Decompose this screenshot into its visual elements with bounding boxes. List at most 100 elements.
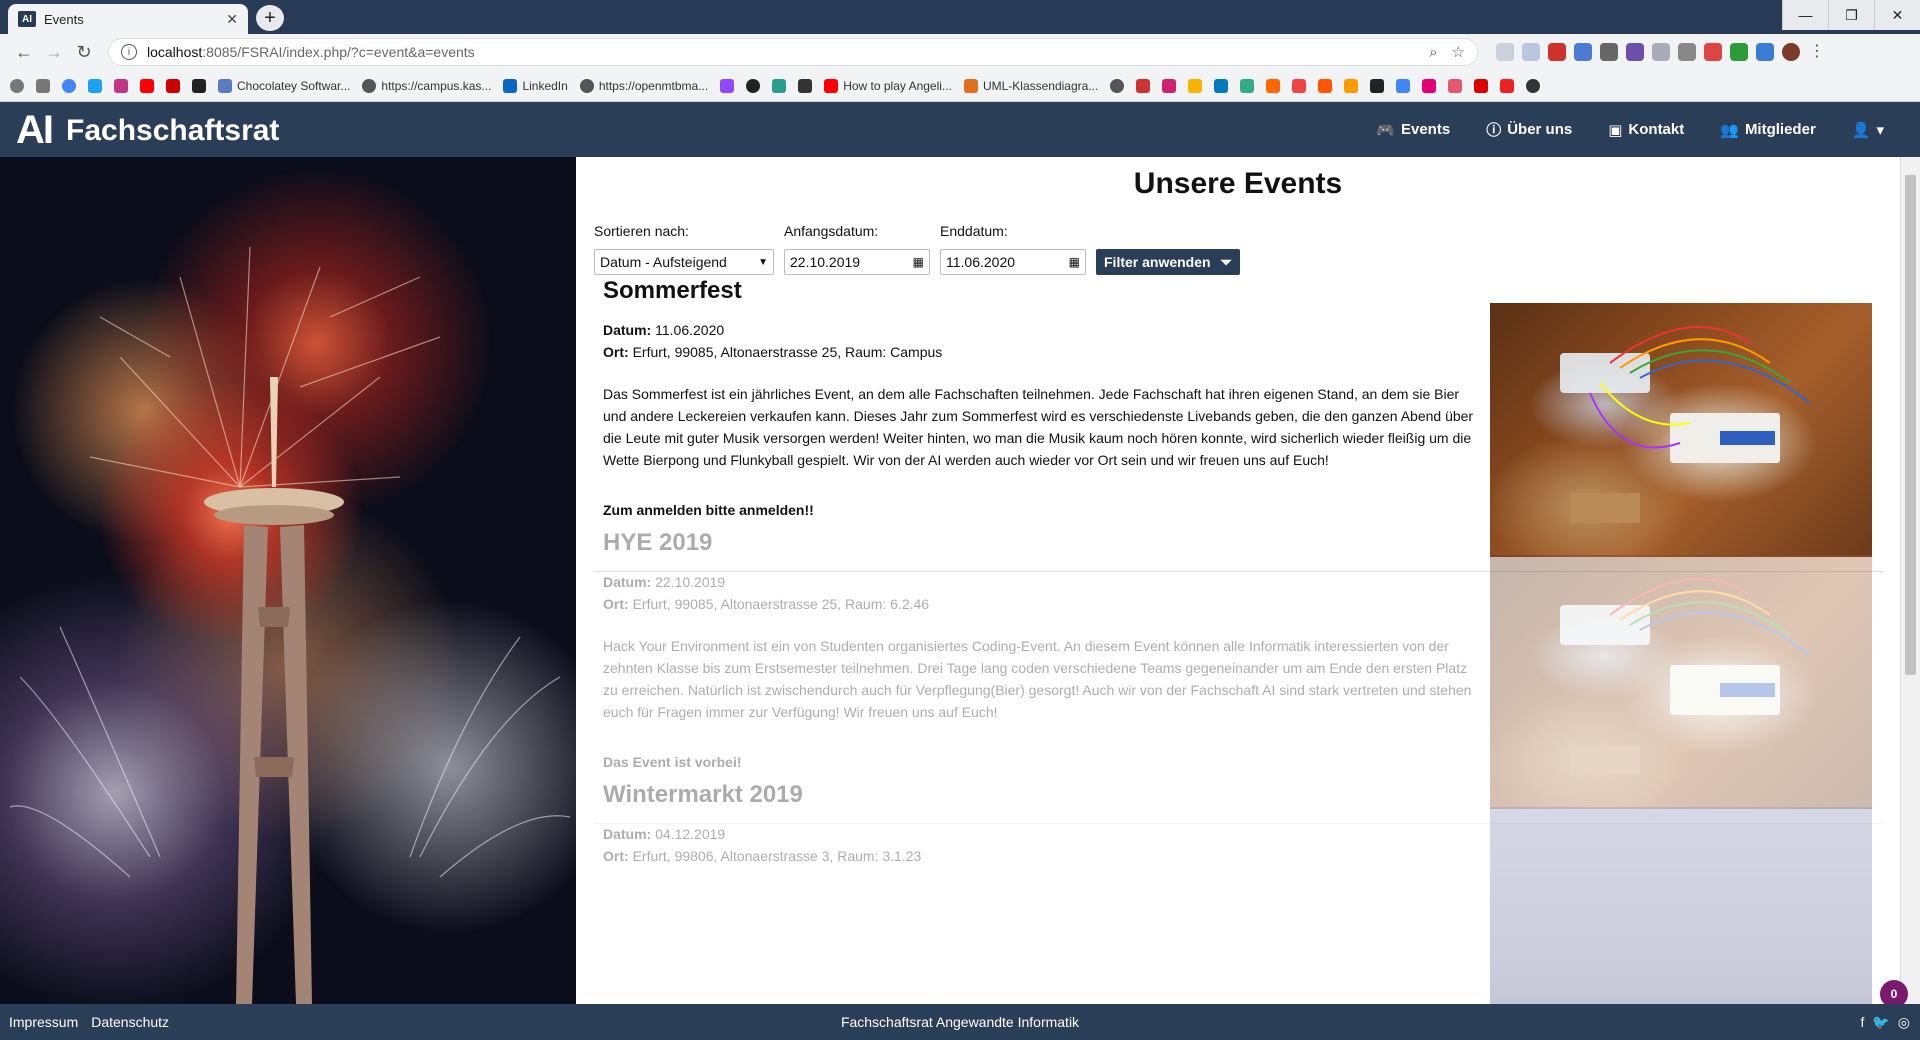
date-label: Datum: xyxy=(603,826,652,842)
bookmark-icon[interactable] xyxy=(1240,78,1255,93)
bookmark-drive-icon[interactable] xyxy=(1188,78,1203,93)
extension-icon[interactable] xyxy=(1678,43,1696,61)
bookmark-star-icon[interactable]: ☆ xyxy=(1452,43,1465,61)
bookmark-history-icon[interactable] xyxy=(10,78,24,93)
datenschutz-link[interactable]: Datenschutz xyxy=(91,1014,169,1030)
bookmark-telekom-icon[interactable] xyxy=(1422,78,1437,93)
page-scrollbar[interactable] xyxy=(1900,157,1920,1004)
bookmark-icon[interactable] xyxy=(1448,78,1463,93)
bookmark-icon[interactable] xyxy=(1266,78,1281,93)
extension-icon[interactable] xyxy=(1704,43,1722,61)
bookmark-icon[interactable] xyxy=(1292,78,1307,93)
bookmark-icon[interactable] xyxy=(772,78,787,93)
bookmark-icon[interactable] xyxy=(1474,78,1489,93)
hero-image-fireworks xyxy=(0,157,576,1004)
bookmark-twitter-icon[interactable] xyxy=(88,78,102,93)
end-date-label: Enddatum: xyxy=(940,223,1008,239)
url-path: :8085/FSRAI/index.php/?c=event&a=events xyxy=(202,44,475,60)
minimize-icon[interactable]: — xyxy=(1782,0,1828,30)
bookmark-github-icon[interactable] xyxy=(746,78,761,93)
profile-avatar-icon[interactable] xyxy=(1782,43,1800,61)
bookmark-linkedin[interactable]: LinkedIn xyxy=(503,78,568,93)
impressum-link[interactable]: Impressum xyxy=(9,1014,78,1030)
bookmark-uml[interactable]: UML-Klassendiagra... xyxy=(963,78,1098,93)
sort-label: Sortieren nach: xyxy=(594,223,689,239)
event-meta: Datum: 11.06.2020 Ort: Erfurt, 99085, Al… xyxy=(603,319,942,363)
bookmark-icon[interactable] xyxy=(1136,78,1151,93)
bookmark-icon[interactable] xyxy=(1344,78,1359,93)
reload-icon[interactable]: ↻ xyxy=(70,38,98,66)
place-label: Ort: xyxy=(603,596,629,612)
back-icon[interactable]: ← xyxy=(10,38,38,66)
place-label: Ort: xyxy=(603,848,629,864)
bookmark-amazon-icon[interactable] xyxy=(192,78,206,93)
bookmark-trello-icon[interactable] xyxy=(1214,78,1229,93)
bookmark-icon[interactable] xyxy=(798,78,813,93)
bookmark-youtube-icon[interactable] xyxy=(140,78,154,93)
nav-links: 🎮 Events ⓘ Über uns ▣ Kontakt 👥 Mitglieder 👤… xyxy=(1376,102,1884,157)
new-tab-button[interactable]: + xyxy=(256,5,284,31)
extension-icon[interactable] xyxy=(1756,43,1774,61)
bookmark-icon[interactable] xyxy=(1526,78,1541,93)
extension-icon[interactable] xyxy=(1730,43,1748,61)
adblock-icon[interactable] xyxy=(1548,43,1566,61)
browser-toolbar: ← → ↻ i localhost:8085/FSRAI/index.php/?… xyxy=(0,34,1920,70)
nav-members[interactable]: 👥 Mitglieder xyxy=(1720,121,1816,139)
bookmark-angeli[interactable]: How to play Angeli... xyxy=(824,78,952,93)
bookmark-instagram-icon[interactable] xyxy=(114,78,128,93)
bookmark-translate-icon[interactable] xyxy=(1396,78,1411,93)
restore-icon[interactable]: ❐ xyxy=(1828,0,1874,30)
space-needle-illustration xyxy=(9,246,571,1004)
user-menu-dropdown[interactable]: 👤 ▾ xyxy=(1852,121,1884,139)
zoom-icon[interactable]: ⌕ xyxy=(1429,44,1437,61)
facebook-icon[interactable]: f xyxy=(1860,1014,1864,1031)
extension-icon[interactable] xyxy=(1496,43,1514,61)
date-label: Datum: xyxy=(603,574,652,590)
twitter-icon[interactable]: 🐦 xyxy=(1872,1014,1889,1031)
browser-tab-bar: AI Events ✕ + — ❐ ✕ xyxy=(0,0,1920,34)
brand-name: Fachschaftsrat xyxy=(66,113,280,147)
bookmark-icon[interactable] xyxy=(1500,78,1515,93)
extension-icon[interactable] xyxy=(1626,43,1644,61)
pocket-icon[interactable] xyxy=(1652,43,1670,61)
forward-icon[interactable]: → xyxy=(40,38,68,66)
event-note: Das Event ist vorbei! xyxy=(603,754,742,770)
page-title: Unsere Events xyxy=(1133,167,1343,200)
bookmark-icon[interactable] xyxy=(1370,78,1385,93)
bookmark-icon[interactable] xyxy=(1318,78,1333,93)
main-content: Unsere Events Sortieren nach: Datum - Au… xyxy=(576,157,1900,1004)
nav-about[interactable]: ⓘ Über uns xyxy=(1486,119,1572,140)
extension-icon[interactable] xyxy=(1574,43,1592,61)
extension-icon[interactable] xyxy=(1522,43,1540,61)
instagram-icon[interactable]: ◎ xyxy=(1898,1014,1910,1031)
url-host: localhost xyxy=(147,44,203,60)
close-tab-icon[interactable]: ✕ xyxy=(226,11,238,28)
bookmark-google-icon[interactable] xyxy=(62,78,76,93)
bookmark-chocolatey[interactable]: Chocolatey Softwar... xyxy=(218,78,350,93)
close-window-icon[interactable]: ✕ xyxy=(1874,0,1920,30)
nav-events[interactable]: 🎮 Events xyxy=(1376,121,1450,139)
date-label: Datum: xyxy=(603,322,652,338)
extension-icon[interactable] xyxy=(1600,43,1618,61)
tab-favicon: AI xyxy=(18,11,36,27)
bookmark-icon[interactable] xyxy=(1162,78,1177,93)
bookmark-openmtb[interactable]: https://openmtbma... xyxy=(579,78,708,93)
site-navbar: AI Fachschaftsrat 🎮 Events ⓘ Über uns ▣ Kon… xyxy=(0,102,1920,157)
bookmark-campus[interactable]: https://campus.kas... xyxy=(362,78,491,93)
brand-link[interactable]: AI Fachschaftsrat xyxy=(16,108,279,153)
menu-icon[interactable]: ⋮ xyxy=(1808,43,1826,61)
site-info-icon[interactable]: i xyxy=(121,44,137,60)
website: AI Fachschaftsrat 🎮 Events ⓘ Über uns ▣ Kon… xyxy=(0,102,1920,1040)
bookmark-icon[interactable] xyxy=(1110,78,1125,93)
bookmark-download-icon[interactable] xyxy=(36,78,50,93)
browser-tab-events[interactable]: AI Events ✕ xyxy=(8,4,248,34)
bookmark-twitch-icon[interactable] xyxy=(720,78,735,93)
gamepad-icon: 🎮 xyxy=(1376,121,1395,139)
info-icon: ⓘ xyxy=(1486,122,1502,139)
nav-contact[interactable]: ▣ Kontakt xyxy=(1608,121,1684,139)
contact-card-icon: ▣ xyxy=(1608,121,1623,139)
address-bar[interactable]: i localhost:8085/FSRAI/index.php/?c=even… xyxy=(108,38,1478,66)
bookmark-netflix-icon[interactable] xyxy=(166,78,180,93)
place-label: Ort: xyxy=(603,344,629,360)
scrollbar-thumb[interactable] xyxy=(1905,175,1916,675)
